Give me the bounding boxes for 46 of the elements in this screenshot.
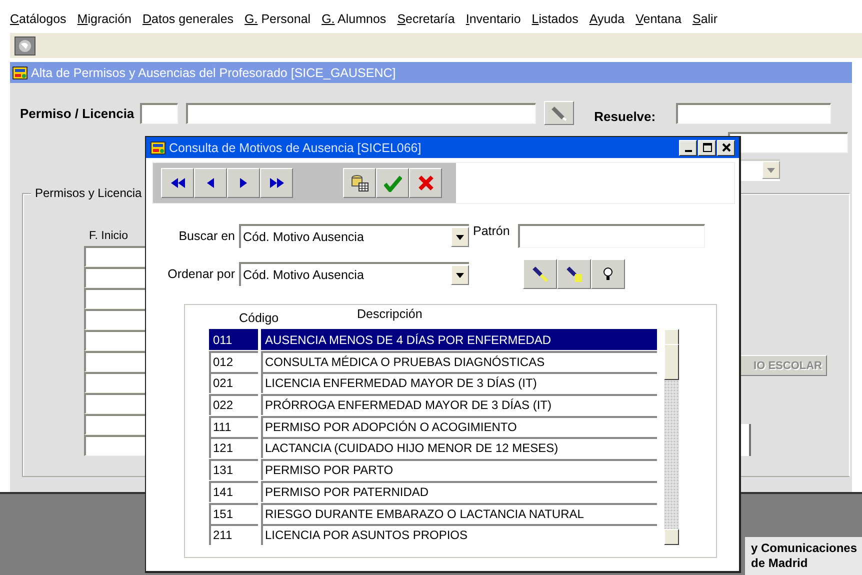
menu-item[interactable]: Inventario	[466, 12, 521, 26]
table-cell[interactable]: AUSENCIA MENOS DE 4 DÍAS POR ENFERMEDAD	[261, 329, 657, 350]
table-cell[interactable]: 021	[209, 372, 258, 394]
table-cell[interactable]: PERMISO POR ADOPCIÓN O ACOGIMIENTO	[261, 416, 657, 437]
search-in-dropdown[interactable]: Cód. Motivo Ausencia	[239, 224, 469, 248]
table-cell[interactable]: 012	[209, 350, 258, 372]
window-title: Alta de Permisos y Ausencias del Profesorado [SICE_GAUSENC]	[31, 66, 396, 80]
menu-item[interactable]: Ventana	[636, 12, 682, 26]
menu-item[interactable]: Ayuda	[589, 12, 625, 26]
dialog-title: Consulta de Motivos de Ausencia [SICEL066]	[169, 140, 422, 154]
footer-text: de Madrid	[751, 556, 809, 571]
order-by-dropdown[interactable]: Cód. Motivo Ausencia	[239, 262, 469, 286]
table-cell[interactable]: 131	[209, 459, 258, 480]
table-cell[interactable]: 151	[209, 502, 258, 524]
table-cell[interactable]: PERMISO POR PATERNIDAD	[261, 480, 657, 502]
table-cell[interactable]: 211	[209, 524, 258, 546]
menu-item[interactable]: G. Alumnos	[322, 12, 386, 26]
field-label: Permiso / Licencia	[20, 106, 134, 120]
field-label: Buscar en	[178, 229, 235, 243]
column-header: F. Inicio	[89, 230, 129, 244]
footer-text: y Comunicaciones	[751, 541, 858, 556]
table-cell[interactable]: 121	[209, 437, 258, 458]
table-cell[interactable]: 022	[209, 394, 258, 416]
table-cell[interactable]: LICENCIA POR ASUNTOS PROPIOS	[261, 524, 657, 546]
menu-item[interactable]: G. Personal	[244, 12, 311, 26]
menu-item[interactable]: Listados	[532, 12, 578, 26]
table-cell[interactable]: 141	[209, 480, 258, 502]
field-label: Ordenar por	[166, 267, 235, 281]
column-header: Descripción	[357, 307, 422, 323]
table-cell[interactable]: LICENCIA ENFERMEDAD MAYOR DE 3 DÍAS (IT)	[261, 372, 657, 394]
table-cell[interactable]: 111	[209, 416, 258, 437]
table-cell[interactable]: 011	[209, 329, 258, 350]
menu-item[interactable]: Migración	[77, 12, 132, 26]
table-cell[interactable]: PRÓRROGA ENFERMEDAD MAYOR DE 3 DÍAS (IT)	[261, 394, 657, 416]
table-cell[interactable]: LACTANCIA (CUIDADO HIJO MENOR DE 12 MESES)	[261, 437, 657, 458]
group-title: Permisos y Licencia	[31, 186, 146, 200]
table-cell[interactable]: RIESGO DURANTE EMBARAZO O LACTANCIA NATURAL	[261, 502, 657, 524]
column-header: Código	[239, 311, 280, 327]
field-label: Resuelve:	[594, 108, 656, 124]
menu-item[interactable]: Datos generales	[142, 12, 234, 26]
menu-item[interactable]: Catálogos	[10, 12, 66, 26]
field-label: Patrón	[473, 224, 510, 238]
menu-item[interactable]: Secretaría	[397, 12, 455, 26]
table-cell[interactable]: PERMISO POR PARTO	[261, 459, 657, 480]
menu-item[interactable]: Salir	[692, 12, 718, 26]
table-cell[interactable]: CONSULTA MÉDICA O PRUEBAS DIAGNÓSTICAS	[261, 350, 657, 372]
